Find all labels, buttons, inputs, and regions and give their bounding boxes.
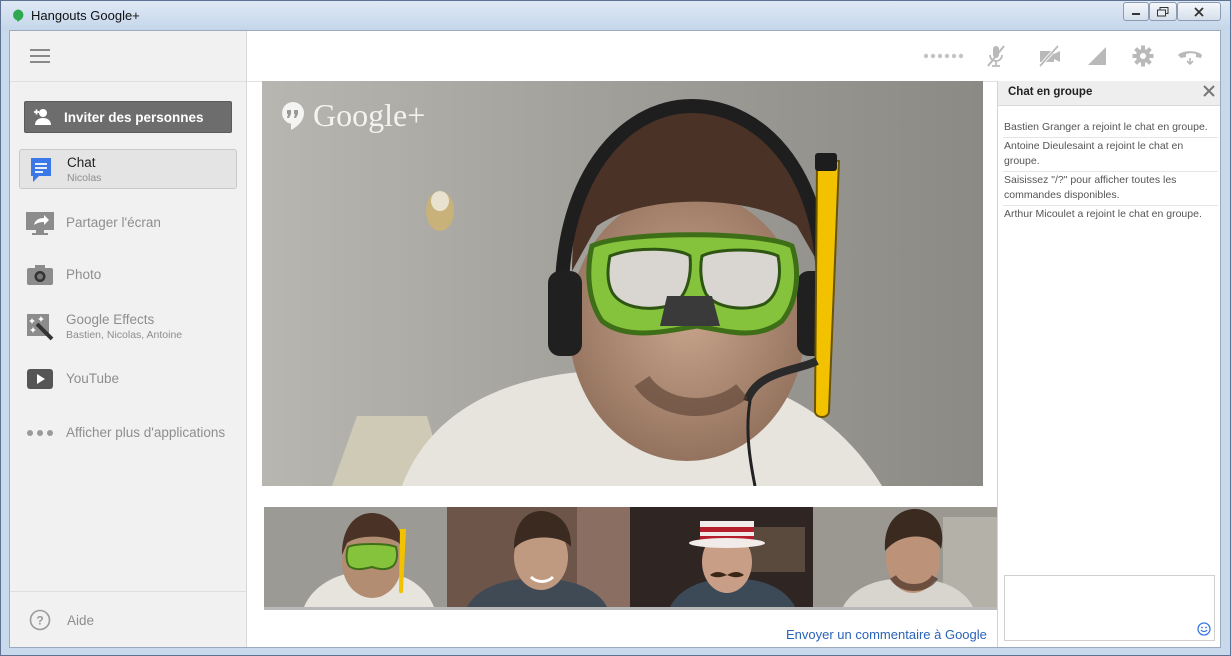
title-bar[interactable]: Hangouts Google+ (1, 1, 1230, 30)
google-plus-watermark: Google+ (281, 97, 425, 134)
signal-dots-icon (922, 44, 966, 68)
maximize-button[interactable] (1149, 2, 1177, 21)
participant-thumb[interactable] (264, 507, 447, 607)
bandwidth-icon[interactable] (1084, 44, 1110, 68)
send-feedback-link[interactable]: Envoyer un commentaire à Google (786, 627, 987, 642)
chat-message: Bastien Granger a rejoint le chat en gro… (1003, 119, 1218, 138)
invite-people-button[interactable]: Inviter des personnes (24, 101, 232, 133)
sidebar-item-sub: Nicolas (67, 172, 102, 184)
sidebar-item-label: Google Effects (66, 312, 155, 327)
chat-message: Saisissez "/?" pour afficher toutes les … (1003, 172, 1218, 206)
sidebar-item-screenshare[interactable]: Partager l'écran (19, 203, 237, 243)
settings-gear-icon[interactable] (1130, 44, 1156, 68)
camera-off-icon[interactable] (1037, 44, 1063, 68)
call-toolbar (247, 31, 1220, 82)
minimize-button[interactable] (1123, 2, 1149, 21)
chat-title: Chat en groupe (1008, 86, 1093, 98)
chat-message-list: Bastien Granger a rejoint le chat en gro… (1003, 119, 1218, 224)
hangouts-logo-icon (13, 9, 24, 22)
more-dots-icon (25, 418, 55, 448)
chat-input[interactable] (1004, 575, 1215, 641)
close-window-button[interactable] (1177, 2, 1221, 21)
main-video-feed (262, 81, 983, 486)
restore-icon (1157, 6, 1169, 16)
close-icon (1194, 6, 1204, 17)
group-chat-panel: Chat en groupe Bastien Granger a rejoint… (997, 81, 1220, 647)
hangouts-quote-icon (282, 101, 304, 130)
help-link[interactable]: ? Aide (29, 609, 94, 631)
sidebar-item-more-apps[interactable]: Afficher plus d'applications (19, 413, 237, 453)
sidebar-item-youtube[interactable]: YouTube (19, 359, 237, 399)
chat-header: Chat en groupe (998, 81, 1220, 106)
sidebar-item-sub: Bastien, Nicolas, Antoine (66, 329, 183, 341)
sidebar: Inviter des personnes Chat Nicolas Parta… (10, 31, 247, 647)
participant-thumb[interactable] (447, 507, 630, 607)
divider (10, 591, 246, 592)
sidebar-item-label: YouTube (66, 371, 120, 386)
chat-message: Arthur Micoulet a rejoint le chat en gro… (1004, 208, 1202, 220)
screen-share-icon (25, 208, 55, 238)
sidebar-item-google-effects[interactable]: Google Effects Bastien, Nicolas, Antoine (19, 307, 237, 347)
participant-thumb[interactable] (630, 507, 813, 607)
minimize-icon (1132, 12, 1140, 15)
hang-up-icon[interactable] (1175, 44, 1205, 68)
sidebar-item-label: Chat (67, 155, 96, 170)
main-video: Google+ (262, 81, 983, 486)
hangout-client: Inviter des personnes Chat Nicolas Parta… (9, 30, 1221, 648)
help-icon: ? (29, 609, 51, 631)
watermark-text: Google+ (313, 97, 426, 133)
app-window: Hangouts Google+ Inviter des personnes C… (0, 0, 1231, 656)
participants-filmstrip (264, 507, 997, 610)
sidebar-item-label: Partager l'écran (66, 215, 161, 230)
sidebar-item-label: Afficher plus d'applications (66, 425, 226, 440)
sidebar-item-label: Photo (66, 267, 102, 282)
sidebar-item-chat[interactable]: Chat Nicolas (19, 149, 237, 189)
invite-label: Inviter des personnes (64, 109, 204, 125)
svg-text:?: ? (36, 614, 43, 628)
window-title: Hangouts Google+ (31, 8, 140, 23)
sidebar-item-photo[interactable]: Photo (19, 255, 237, 295)
participant-thumb[interactable] (813, 507, 997, 607)
close-chat-icon[interactable] (1202, 84, 1216, 98)
add-person-icon (34, 109, 51, 125)
divider (10, 81, 246, 82)
mic-muted-icon[interactable] (983, 44, 1009, 68)
chat-message: Antoine Dieulesaint a rejoint le chat en… (1003, 138, 1218, 172)
effects-wand-icon (25, 312, 55, 342)
menu-icon[interactable] (30, 49, 50, 63)
camera-icon (25, 260, 55, 290)
youtube-icon (25, 364, 55, 394)
chat-icon (26, 155, 56, 185)
emoji-smiley-icon[interactable] (1197, 622, 1211, 636)
help-label: Aide (67, 612, 95, 628)
